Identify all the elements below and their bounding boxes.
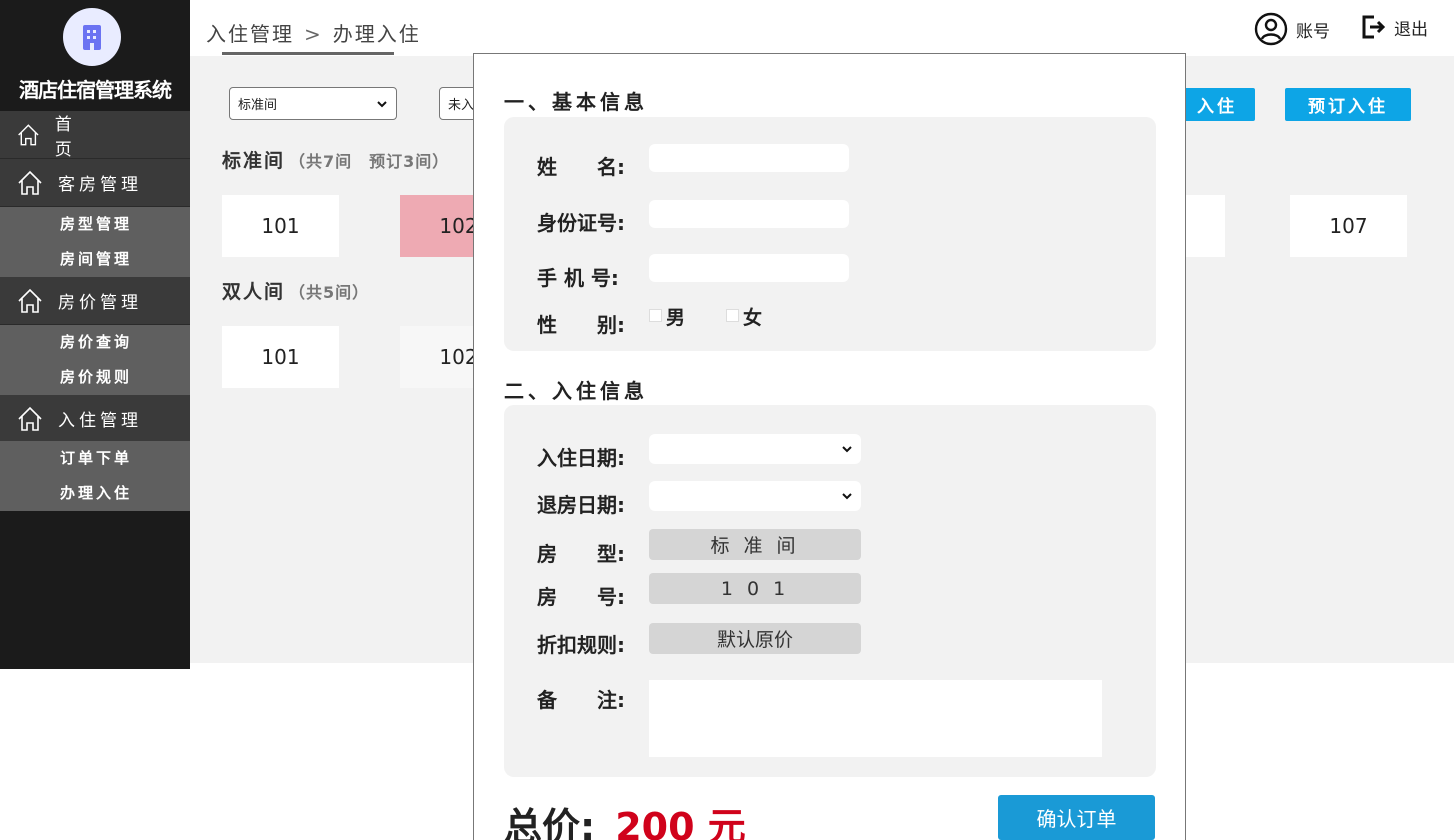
room-number: 102 xyxy=(439,214,478,238)
remark-textarea[interactable] xyxy=(649,680,1102,757)
chevron-down-icon xyxy=(842,493,852,500)
sidebar-item-label: 入住管理 xyxy=(58,411,142,431)
sidebar-item-room-mgmt[interactable]: 客房管理 xyxy=(0,159,190,207)
room-type-value: 标 准 间 xyxy=(649,529,861,560)
checkin-button-label: 入住 xyxy=(1197,97,1237,117)
section-title-basic: 一、基本信息 xyxy=(504,90,648,114)
breadcrumb-separator: > xyxy=(304,22,323,46)
checkin-modal: 一、基本信息 姓 名: 身份证号: 手 机 号: 性 别: 男 女 二、入住信息… xyxy=(473,53,1186,840)
sidebar-item-price-query[interactable]: 房价查询 xyxy=(0,325,190,360)
phone-label: 手 机 号: xyxy=(537,266,619,290)
group-title-text: 标准间 xyxy=(222,150,286,172)
section-title-checkin: 二、入住信息 xyxy=(504,379,648,403)
remark-label: 备 注: xyxy=(537,688,625,712)
room-number-label: 房 号: xyxy=(537,585,625,609)
sidebar-item-label: 客房管理 xyxy=(58,175,142,195)
sidebar-item-label: 首 页 xyxy=(54,114,110,160)
group-count: （共7间 预订3间） xyxy=(289,152,450,171)
gender-label: 性 别: xyxy=(537,313,625,337)
total-price: 总价: 200 元 xyxy=(504,796,746,840)
group-title-double: 双人间 （共5间） xyxy=(222,277,369,304)
phone-input[interactable] xyxy=(649,254,849,282)
status-select-value: 未入 xyxy=(448,98,475,113)
home-icon xyxy=(18,123,39,145)
id-number-label: 身份证号: xyxy=(537,211,625,235)
confirm-order-button-label: 确认订单 xyxy=(1036,807,1117,831)
account-button[interactable]: 账号 xyxy=(1254,12,1330,46)
breadcrumb-underline xyxy=(222,52,394,55)
breadcrumb: 入住管理 > 办理入住 xyxy=(206,18,421,47)
sidebar-item-checkin-mgmt[interactable]: 入住管理 xyxy=(0,395,190,443)
sidebar-item-room-list[interactable]: 房间管理 xyxy=(0,242,190,277)
group-count: （共5间） xyxy=(289,283,370,302)
room-type-select-value: 标准间 xyxy=(238,98,278,113)
name-label: 姓 名: xyxy=(537,155,625,179)
hotel-logo-icon xyxy=(63,8,121,66)
gender-male-checkbox[interactable] xyxy=(649,309,662,322)
room-type-label: 房 型: xyxy=(537,542,625,566)
logout-icon xyxy=(1362,15,1386,39)
breadcrumb-item-current: 办理入住 xyxy=(332,22,421,46)
sidebar-item-home[interactable]: 首 页 xyxy=(0,111,190,160)
sidebar-submenu-room: 房型管理 房间管理 xyxy=(0,207,190,277)
room-type-select[interactable]: 标准间 xyxy=(229,87,397,120)
gender-male-label: 男 xyxy=(666,307,686,329)
header: 入住管理 > 办理入住 账号 退出 xyxy=(190,0,1454,56)
logout-label: 退出 xyxy=(1394,19,1428,40)
discount-rule-value: 默认原价 xyxy=(649,623,861,654)
gender-female-label: 女 xyxy=(743,307,763,329)
sidebar: 酒店住宿管理系统 首 页 客房管理 房型管理 房间管理 房价管理 房价查询 房价… xyxy=(0,0,190,669)
room-card[interactable]: 107 xyxy=(1290,195,1407,257)
room-number: 102 xyxy=(439,345,478,369)
basic-info-panel: 姓 名: 身份证号: 手 机 号: 性 别: 男 女 xyxy=(504,117,1156,351)
sidebar-item-place-order[interactable]: 订单下单 xyxy=(0,441,190,476)
gender-female-checkbox[interactable] xyxy=(726,309,739,322)
user-circle-icon xyxy=(1254,12,1288,46)
checkin-info-panel: 入住日期: 退房日期: 房 型: 标 准 间 房 号: 1 0 1 折扣规则: … xyxy=(504,405,1156,777)
checkin-date-label: 入住日期: xyxy=(537,446,625,470)
reserve-checkin-button[interactable]: 预订入住 xyxy=(1285,88,1411,121)
sidebar-item-label: 房价管理 xyxy=(58,293,142,313)
room-number: 107 xyxy=(1329,214,1368,238)
account-label: 账号 xyxy=(1296,21,1330,42)
checkout-date-select[interactable] xyxy=(649,481,861,511)
logout-button[interactable]: 退出 xyxy=(1360,14,1428,40)
reserve-checkin-button-label: 预订入住 xyxy=(1308,97,1388,117)
sidebar-item-price-mgmt[interactable]: 房价管理 xyxy=(0,277,190,325)
group-title-standard: 标准间 （共7间 预订3间） xyxy=(222,146,449,173)
room-number: 101 xyxy=(261,345,300,369)
sidebar-item-do-checkin[interactable]: 办理入住 xyxy=(0,476,190,511)
home-icon xyxy=(18,288,42,313)
total-price-label: 总价: xyxy=(504,805,596,840)
total-price-value: 200 元 xyxy=(615,805,746,840)
sidebar-submenu-price: 房价查询 房价规则 xyxy=(0,325,190,395)
name-input[interactable] xyxy=(649,144,849,172)
room-number: 101 xyxy=(261,214,300,238)
checkout-date-label: 退房日期: xyxy=(537,493,625,517)
sidebar-item-price-rule[interactable]: 房价规则 xyxy=(0,360,190,395)
room-card[interactable]: 101 xyxy=(222,326,339,388)
room-card[interactable]: 101 xyxy=(222,195,339,257)
home-icon xyxy=(18,170,42,195)
sidebar-submenu-checkin: 订单下单 办理入住 xyxy=(0,441,190,511)
confirm-order-button[interactable]: 确认订单 xyxy=(998,795,1155,840)
room-number-value: 1 0 1 xyxy=(649,573,861,604)
discount-rule-label: 折扣规则: xyxy=(537,633,625,657)
breadcrumb-item[interactable]: 入住管理 xyxy=(206,22,294,46)
checkin-date-select[interactable] xyxy=(649,434,861,464)
home-icon xyxy=(18,406,42,431)
id-number-input[interactable] xyxy=(649,200,849,228)
chevron-down-icon xyxy=(377,100,387,107)
sidebar-item-room-type[interactable]: 房型管理 xyxy=(0,207,190,242)
app-title: 酒店住宿管理系统 xyxy=(19,78,172,102)
group-title-text: 双人间 xyxy=(222,281,286,303)
chevron-down-icon xyxy=(842,446,852,453)
